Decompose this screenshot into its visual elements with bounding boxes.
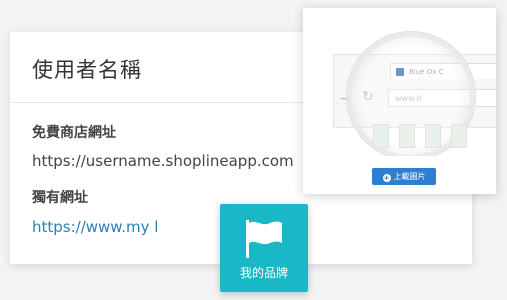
own-domain-input[interactable]: https://www.my l [32, 218, 158, 236]
stage: 使用者名稱 免費商店網址 https://username.shoplineap… [0, 0, 507, 300]
brand-tile-label: 我的品牌 [239, 266, 288, 280]
product-thumbnail [451, 124, 467, 148]
free-store-url-value: https://username.shoplineapp.com [32, 152, 294, 170]
own-domain-label: 獨有網址 [32, 190, 88, 206]
free-store-url-label: 免費商店網址 [32, 125, 116, 141]
image-preview: Blue Ox C → ↻ www.b [313, 16, 496, 156]
page-title: 使用者名稱 [32, 58, 142, 82]
upload-button-label: 上載圖片 [393, 172, 426, 181]
product-thumbnail [373, 124, 389, 148]
my-brand-tile[interactable]: 我的品牌 [220, 204, 308, 292]
product-thumbnail [399, 124, 415, 148]
upload-image-card: Blue Ox C → ↻ www.b + 上載圖片 [303, 8, 496, 194]
product-thumbnail [425, 124, 441, 148]
upload-image-button[interactable]: + 上載圖片 [372, 168, 436, 185]
plus-circle-icon: + [382, 174, 391, 182]
product-thumbnails [373, 124, 483, 150]
flag-icon [246, 220, 282, 258]
